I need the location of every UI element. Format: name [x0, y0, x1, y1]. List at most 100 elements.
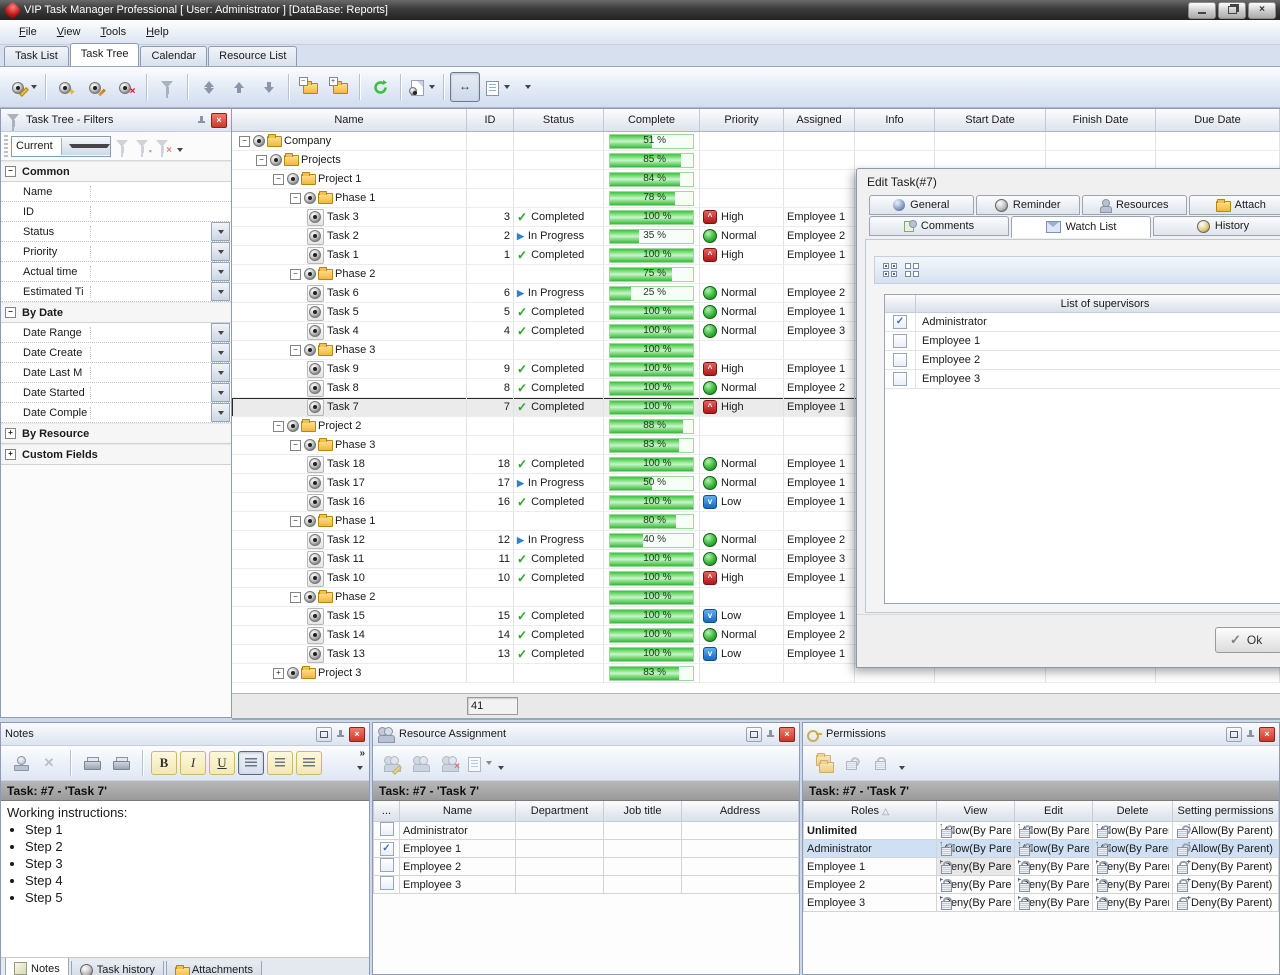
align-left-button[interactable] — [238, 751, 264, 775]
column-header-start-date[interactable]: Start Date — [935, 109, 1046, 131]
tab-resource-list[interactable]: Resource List — [208, 46, 297, 66]
underline-button[interactable]: U — [209, 751, 235, 775]
permissions-row[interactable]: Administrator↑Allow(By Parent)↑Allow(By … — [804, 840, 1279, 858]
resource-row[interactable]: Employee 2 — [374, 858, 799, 876]
unchecked-checkbox[interactable] — [380, 822, 394, 836]
dialog-tab-comments[interactable]: Comments — [869, 216, 1009, 236]
expand-collapse-button[interactable] — [194, 73, 222, 101]
collapse-icon[interactable]: − — [290, 345, 301, 356]
toolbar-overflow-icon[interactable]: » — [359, 748, 365, 759]
tab-task-list[interactable]: Task List — [4, 46, 69, 66]
dialog-tab-history[interactable]: History — [1153, 216, 1280, 236]
unchecked-checkbox[interactable] — [893, 334, 907, 348]
minimize-button[interactable] — [1188, 2, 1216, 19]
resource-roles-button[interactable] — [408, 750, 434, 776]
resource-row[interactable]: Administrator — [374, 822, 799, 840]
permission-cell[interactable]: +Deny(By Parent) — [937, 858, 1015, 876]
permissions-row[interactable]: Employee 2+Deny(By Parent)+Deny(By Paren… — [804, 876, 1279, 894]
filter-section-common[interactable]: −Common — [1, 161, 231, 182]
collapse-icon[interactable]: − — [273, 421, 284, 432]
column-header-complete[interactable]: Complete — [604, 109, 700, 131]
notes-content[interactable]: Working instructions: Step 1Step 2Step 3… — [1, 801, 369, 958]
notes-tab-notes[interactable]: Notes — [5, 958, 69, 975]
restore-panel-icon[interactable] — [316, 727, 332, 742]
toolbar-overflow-icon[interactable] — [498, 766, 504, 770]
expand-all-button[interactable]: + — [325, 73, 353, 101]
filter-section-custom-fields[interactable]: +Custom Fields — [1, 444, 231, 465]
collapse-icon[interactable]: − — [290, 269, 301, 280]
pin-icon[interactable] — [335, 729, 346, 740]
menu-help[interactable]: Help — [137, 23, 178, 41]
permission-cell[interactable]: +Deny(By Parent) — [1015, 858, 1093, 876]
column-header-priority[interactable]: Priority — [700, 109, 784, 131]
checked-checkbox[interactable]: ✓ — [893, 315, 907, 329]
filter-close-button[interactable]: × — [211, 113, 227, 128]
collapse-icon[interactable]: − — [5, 307, 16, 318]
permissions-close-button[interactable]: × — [1259, 727, 1275, 742]
columns-button[interactable] — [466, 750, 492, 776]
permission-cell[interactable]: +Deny(By Parent) — [1173, 894, 1279, 912]
supervisor-row[interactable]: Employee 1 — [885, 332, 1280, 351]
column-header-info[interactable]: Info — [855, 109, 935, 131]
checkbox-cell[interactable] — [374, 822, 400, 840]
collapse-icon[interactable]: − — [290, 193, 301, 204]
permission-cell[interactable]: +Deny(By Parent) — [1093, 894, 1173, 912]
align-right-button[interactable] — [296, 751, 322, 775]
expand-icon[interactable]: + — [5, 449, 16, 460]
supervisor-row[interactable]: ✓Administrator — [885, 313, 1280, 332]
dialog-tab-general[interactable]: General — [869, 195, 974, 215]
add-task-button[interactable]: ✦ — [52, 73, 80, 101]
permission-cell[interactable]: +Deny(By Parent) — [1173, 858, 1279, 876]
assign-resource-button[interactable] — [379, 750, 405, 776]
group-row[interactable]: −Company51 % — [232, 132, 1280, 151]
remove-resource-button[interactable]: × — [437, 750, 463, 776]
chevron-down-icon[interactable] — [357, 766, 363, 770]
lock-button[interactable] — [867, 750, 893, 776]
toolbar-overflow-icon[interactable] — [899, 766, 905, 770]
collapse-icon[interactable]: − — [290, 592, 301, 603]
filter-section-by-date[interactable]: −By Date — [1, 302, 231, 323]
unchecked-checkbox[interactable] — [893, 353, 907, 367]
permissions-column-view[interactable]: View — [937, 801, 1015, 822]
stamp-button[interactable] — [7, 750, 33, 776]
chevron-down-icon[interactable] — [211, 383, 230, 402]
collapse-icon[interactable]: − — [256, 155, 267, 166]
unlock-button[interactable] — [838, 750, 864, 776]
supervisor-row[interactable]: Employee 2 — [885, 351, 1280, 370]
tab-task-tree[interactable]: Task Tree — [70, 43, 140, 66]
ok-button[interactable]: ✓ Ok — [1215, 627, 1280, 653]
permissions-column-delete[interactable]: Delete — [1093, 801, 1173, 822]
dialog-tab-reminder[interactable]: Reminder — [976, 195, 1081, 215]
permissions-row[interactable]: Employee 3+Deny(By Parent)+Deny(By Paren… — [804, 894, 1279, 912]
permission-cell[interactable]: +Deny(By Parent) — [1173, 876, 1279, 894]
resource-close-button[interactable]: × — [779, 727, 795, 742]
permission-cell[interactable]: +Deny(By Parent) — [1015, 876, 1093, 894]
column-header-status[interactable]: Status — [514, 109, 604, 131]
italic-button[interactable]: I — [180, 751, 206, 775]
filter-section-by-resource[interactable]: +By Resource — [1, 423, 231, 444]
customize-columns-button[interactable] — [482, 73, 512, 101]
permission-cell[interactable]: +Deny(By Parent) — [1015, 894, 1093, 912]
column-header-id[interactable]: ID — [467, 109, 514, 131]
collapse-icon[interactable]: − — [239, 136, 250, 147]
resource-column-name[interactable]: Name — [400, 801, 516, 822]
unchecked-checkbox[interactable] — [893, 372, 907, 386]
column-header-name[interactable]: Name — [232, 109, 467, 131]
align-center-button[interactable] — [267, 751, 293, 775]
chevron-down-icon[interactable] — [211, 323, 230, 342]
notes-tab-attachments[interactable]: Attachments — [166, 961, 262, 975]
close-button[interactable]: × — [1248, 2, 1276, 19]
permission-cell[interactable]: ↑Allow(By Parent) — [937, 840, 1015, 858]
dialog-tab-watch-list[interactable]: Watch List — [1011, 216, 1151, 238]
toolbar-overflow-button[interactable] — [514, 73, 542, 101]
uncheck-all-icon[interactable] — [905, 263, 919, 277]
checked-checkbox[interactable]: ✓ — [380, 842, 394, 856]
pin-icon[interactable] — [1245, 729, 1256, 740]
permissions-column-edit[interactable]: Edit — [1015, 801, 1093, 822]
collapse-icon[interactable]: − — [290, 516, 301, 527]
permissions-row[interactable]: Unlimited↑Allow(By Parent)↑Allow(By Pare… — [804, 822, 1279, 840]
unchecked-checkbox[interactable] — [380, 858, 394, 872]
drag-handle[interactable] — [4, 135, 8, 157]
resource-row[interactable]: Employee 3 — [374, 876, 799, 894]
chevron-down-icon[interactable] — [211, 282, 230, 301]
